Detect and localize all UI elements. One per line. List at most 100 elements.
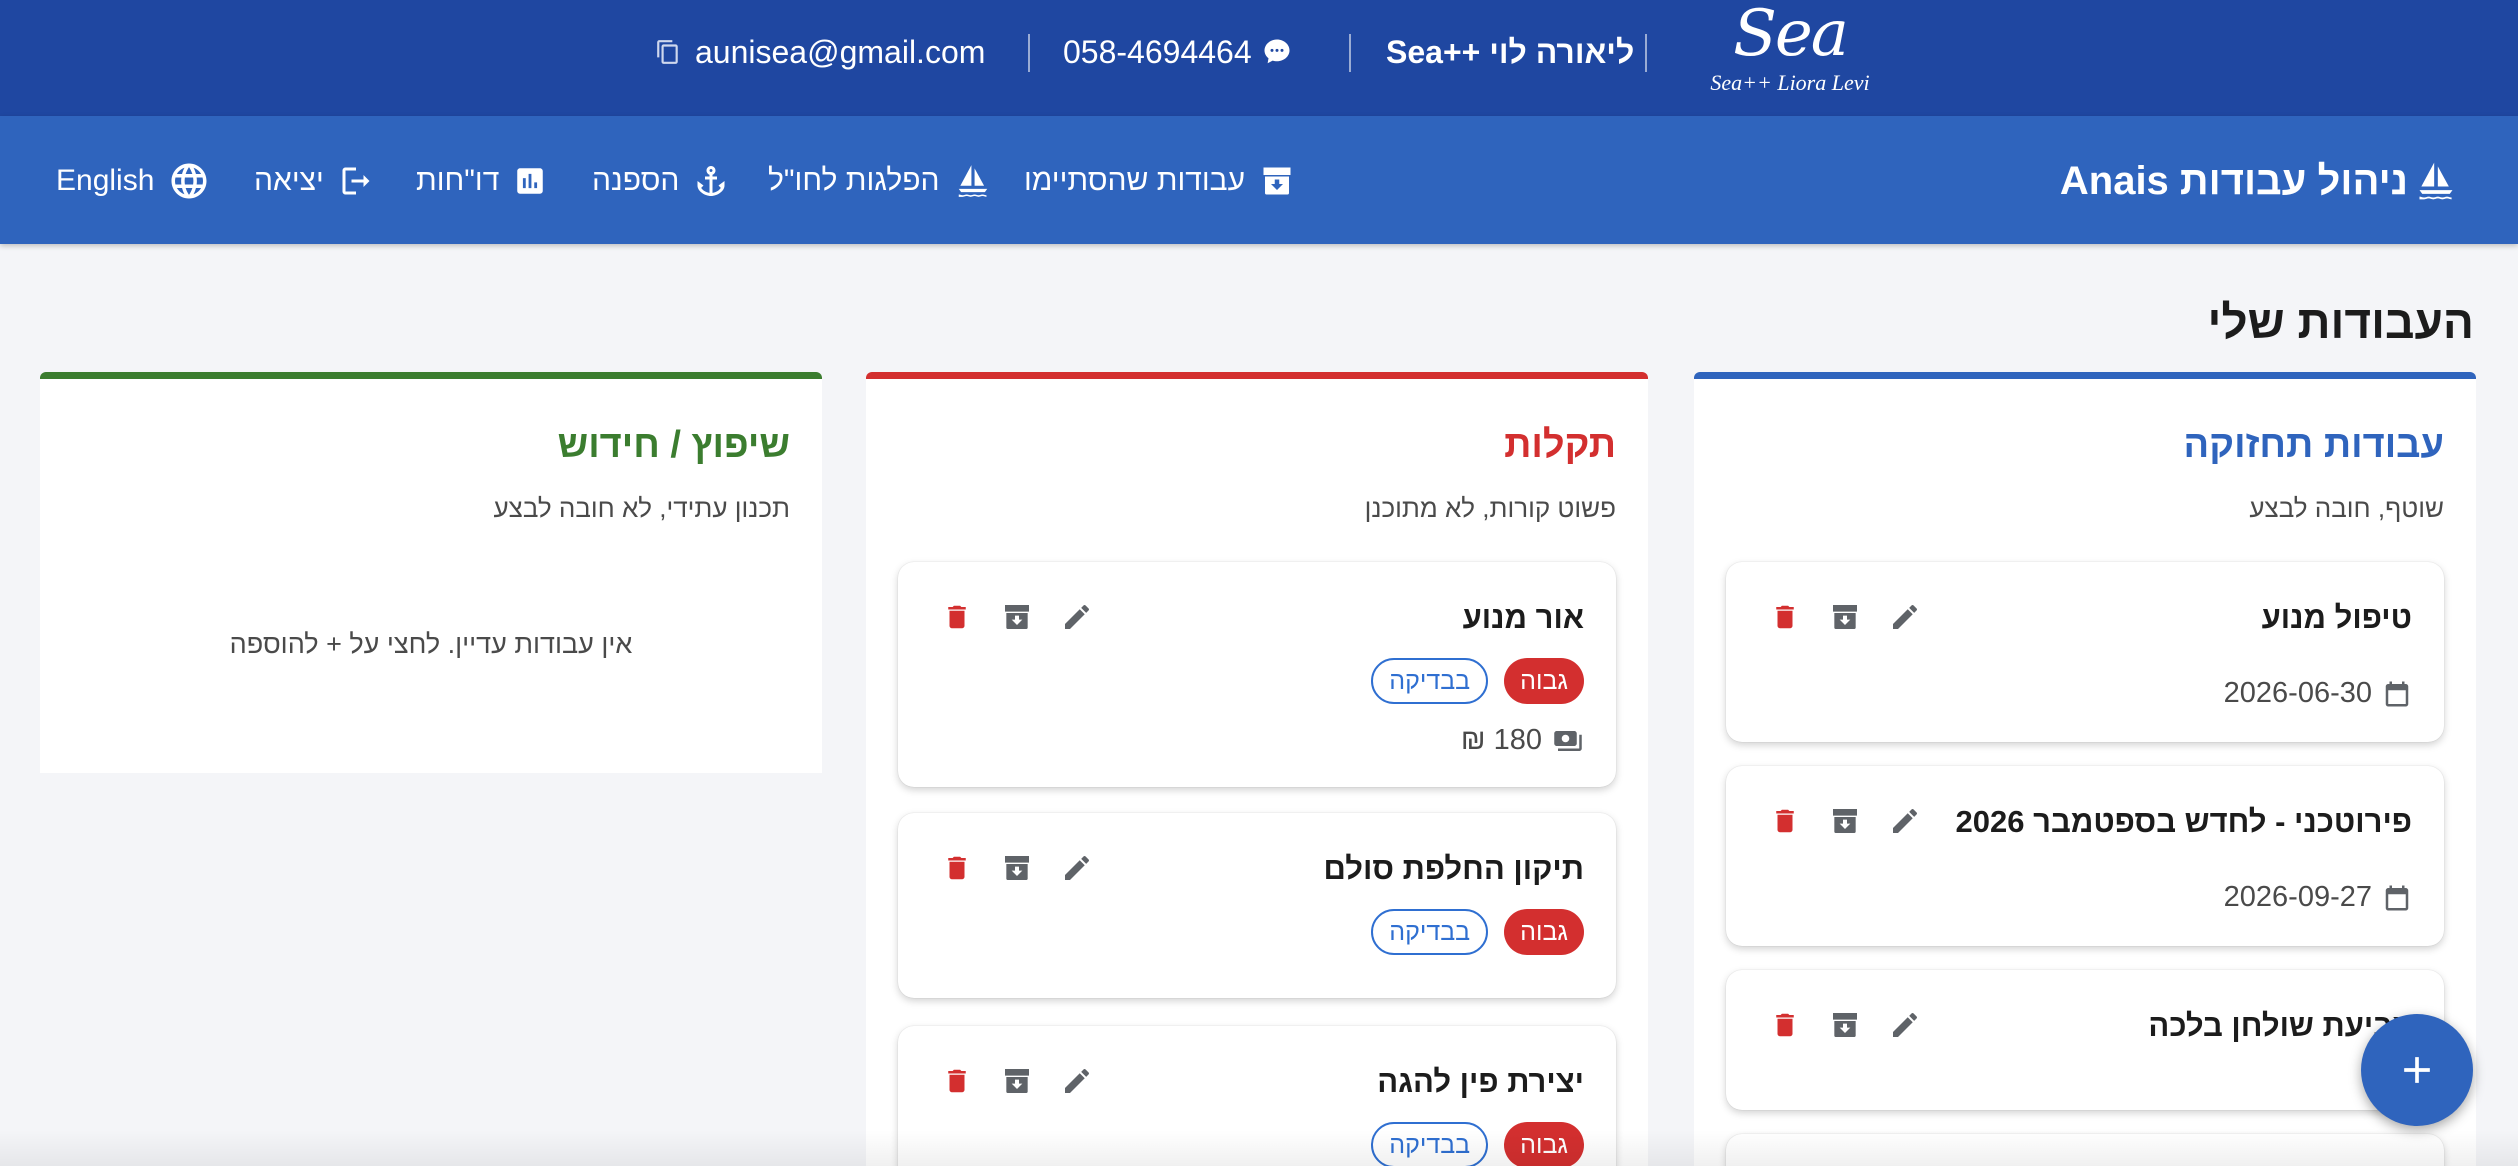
- logo-script: Sea: [1733, 0, 1849, 71]
- calendar-icon: [2382, 883, 2412, 913]
- bar-chart-icon: [513, 164, 547, 198]
- due-date: 2026-09-27: [2224, 881, 2412, 914]
- phone-text: 058-4694464: [1063, 33, 1252, 70]
- archive-icon[interactable]: [1828, 600, 1862, 634]
- archive-icon[interactable]: [1000, 600, 1034, 634]
- status-badge: בבדיקה: [1371, 909, 1489, 955]
- date-text: 2026-06-30: [2223, 677, 2372, 709]
- nav-reports[interactable]: דו"חות: [416, 156, 547, 206]
- card-actions: [940, 1064, 1094, 1098]
- pencil-icon[interactable]: [1888, 804, 1922, 838]
- anchor-icon: [693, 163, 729, 199]
- job-badges: גבוה בבדיקה: [1371, 1122, 1584, 1166]
- column-renovation: שיפוץ / חידוש תכנון עתידי, לא חובה לבצע …: [40, 372, 822, 773]
- job-card[interactable]: יצירת פין להגה גבוה בבדיקה: [898, 1026, 1616, 1166]
- app-brand[interactable]: ניהול עבודות Anais: [2060, 156, 2458, 206]
- copy-icon[interactable]: [655, 37, 681, 67]
- job-card[interactable]: [1726, 1134, 2444, 1166]
- trash-icon[interactable]: [1768, 1008, 1802, 1042]
- column-subtitle: שוטף, חובה לבצע: [2249, 493, 2444, 523]
- archive-icon[interactable]: [1000, 851, 1034, 885]
- job-title: תיקון החלפת סולם: [1323, 851, 1584, 886]
- archive-icon[interactable]: [1000, 1064, 1034, 1098]
- job-title: טיפול מנוע: [2261, 600, 2412, 635]
- sea-logo: Sea Sea++ Liora Levi: [1690, 2, 1890, 102]
- pencil-icon[interactable]: [1060, 1064, 1094, 1098]
- main-navbar: ניהול עבודות Anais עבודות שהסתיימו הפלגו…: [0, 116, 2518, 244]
- add-job-button[interactable]: [2361, 1014, 2473, 1126]
- nav-logout-label: יציאה: [254, 164, 324, 197]
- archive-icon[interactable]: [1828, 804, 1862, 838]
- nav-language[interactable]: English: [56, 156, 210, 206]
- job-card[interactable]: אור מנוע גבוה בבדיקה 180 ₪: [898, 562, 1616, 787]
- job-title: פירוטכני - לחדש בספטמבר 2026: [1955, 804, 2412, 839]
- trash-icon[interactable]: [940, 851, 974, 885]
- job-card[interactable]: פירוטכני - לחדש בספטמבר 2026 2026-09-27: [1726, 766, 2444, 946]
- date-text: 2026-09-27: [2223, 881, 2372, 913]
- pencil-icon[interactable]: [1060, 600, 1094, 634]
- job-card[interactable]: תיקון החלפת סולם גבוה בבדיקה: [898, 813, 1616, 998]
- divider: [1645, 34, 1647, 72]
- nav-logout[interactable]: יציאה: [254, 156, 374, 206]
- divider: [1349, 34, 1351, 72]
- job-card[interactable]: טיפול מנוע 2026-06-30: [1726, 562, 2444, 742]
- card-actions: [1768, 1008, 1922, 1042]
- nav-language-label: English: [56, 164, 155, 197]
- whatsapp-icon[interactable]: [1262, 37, 1292, 67]
- cost-text: 180 ₪: [1460, 724, 1542, 756]
- card-actions: [1768, 600, 1922, 634]
- job-cost: 180 ₪: [1461, 724, 1584, 757]
- priority-badge: גבוה: [1504, 1122, 1584, 1166]
- globe-icon: [168, 160, 210, 202]
- pencil-icon[interactable]: [1888, 1008, 1922, 1042]
- nav-voyages[interactable]: הפלגות לחו"ל: [768, 156, 992, 206]
- trash-icon[interactable]: [1768, 600, 1802, 634]
- contact-bar: aunisea@gmail.com 058-4694464 ליאורה לוי…: [0, 0, 2518, 116]
- nav-voyages-label: הפלגות לחו"ל: [768, 164, 940, 197]
- card-actions: [940, 600, 1094, 634]
- archive-icon: [1259, 163, 1295, 199]
- column-title: שיפוץ / חידוש: [557, 424, 790, 466]
- nav-supply-label: הספנה: [592, 164, 680, 197]
- column-maintenance: עבודות תחזוקה שוטף, חובה לבצע טיפול מנוע…: [1694, 372, 2476, 1166]
- logout-icon: [338, 163, 374, 199]
- column-subtitle: פשוט קורות, לא מתוכנן: [1364, 493, 1616, 523]
- trash-icon[interactable]: [1768, 804, 1802, 838]
- column-subtitle: תכנון עתידי, לא חובה לבצע: [493, 493, 790, 523]
- status-badge: בבדיקה: [1371, 1122, 1489, 1166]
- priority-badge: גבוה: [1504, 909, 1584, 955]
- email-text: aunisea@gmail.com: [695, 33, 986, 70]
- priority-badge: גבוה: [1504, 658, 1584, 704]
- job-title: אור מנוע: [1462, 600, 1584, 635]
- job-title: יצירת פין להגה: [1377, 1064, 1584, 1099]
- trash-icon[interactable]: [940, 1064, 974, 1098]
- job-badges: גבוה בבדיקה: [1371, 909, 1584, 955]
- money-icon: [1552, 726, 1584, 756]
- page-title: העבודות שלי: [2207, 296, 2474, 348]
- calendar-icon: [2382, 679, 2412, 709]
- pencil-icon[interactable]: [1888, 600, 1922, 634]
- divider: [1028, 34, 1030, 72]
- status-badge: בבדיקה: [1371, 658, 1489, 704]
- empty-state-text: אין עבודות עדיין. לחצי על + להוספה: [229, 629, 633, 659]
- owner-name: ליאורה לוי ++Sea: [1386, 33, 1635, 70]
- card-actions: [940, 851, 1094, 885]
- pencil-icon[interactable]: [1060, 851, 1094, 885]
- card-actions: [1768, 804, 1922, 838]
- archive-icon[interactable]: [1828, 1008, 1862, 1042]
- column-title: תקלות: [1504, 424, 1616, 466]
- job-card[interactable]: צביעת שולחן בלכה: [1726, 970, 2444, 1110]
- nav-supply[interactable]: הספנה: [592, 156, 729, 206]
- plus-icon: [2395, 1048, 2439, 1092]
- sailboat-icon: [2414, 158, 2458, 204]
- email-contact[interactable]: aunisea@gmail.com: [655, 0, 985, 104]
- trash-icon[interactable]: [940, 600, 974, 634]
- nav-completed-label: עבודות שהסתיימו: [1024, 164, 1246, 197]
- column-faults: תקלות פשוט קורות, לא מתוכנן אור מנוע גבו…: [866, 372, 1648, 1166]
- nav-completed-jobs[interactable]: עבודות שהסתיימו: [1024, 156, 1295, 206]
- phone-contact[interactable]: 058-4694464: [1063, 0, 1292, 104]
- logo-subtitle: Sea++ Liora Levi: [1710, 70, 1870, 95]
- column-title: עבודות תחזוקה: [2183, 424, 2444, 466]
- sailboat-icon: [954, 162, 992, 200]
- job-badges: גבוה בבדיקה: [1371, 658, 1584, 704]
